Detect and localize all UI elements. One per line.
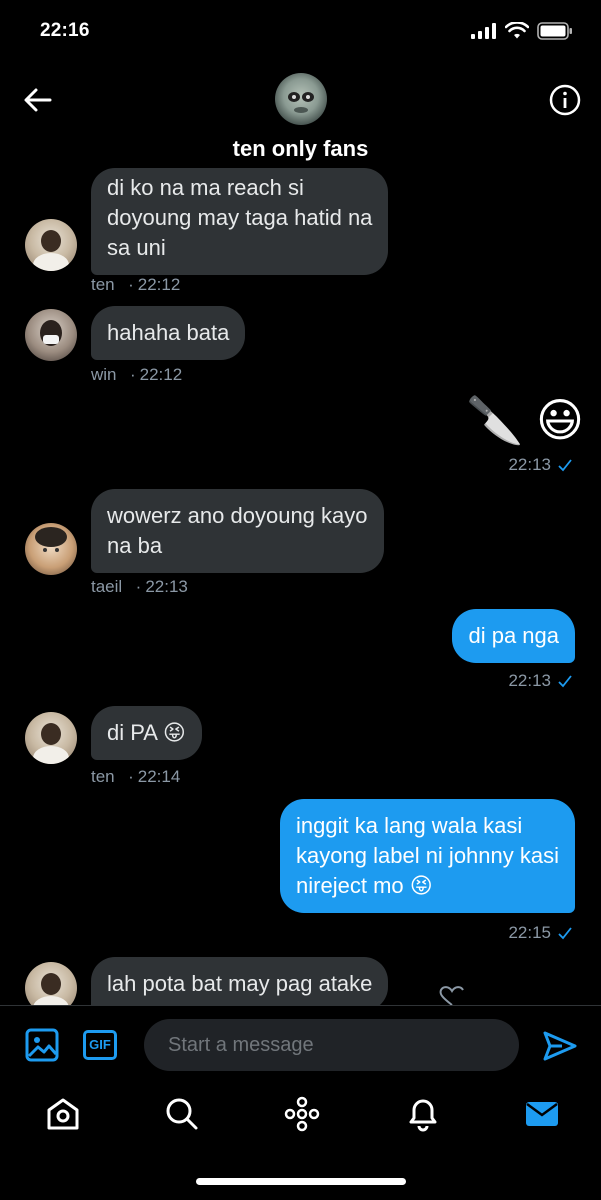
group-avatar[interactable]	[275, 73, 327, 125]
message-time: 22:13	[508, 455, 551, 474]
gif-button[interactable]: GIF	[83, 1030, 117, 1060]
signal-icon	[471, 23, 496, 39]
message-bubble-incoming[interactable]: wowerz ano doyoung kayo na ba	[91, 489, 384, 573]
message-meta-outgoing: 22:13	[508, 671, 573, 691]
message-meta-outgoing: 22:15	[508, 923, 573, 943]
composer-divider	[0, 1005, 601, 1006]
avatar-taeil[interactable]	[25, 523, 77, 575]
react-heart-icon[interactable]	[437, 985, 467, 1007]
message-time: 22:12	[137, 275, 181, 294]
avatar-ten[interactable]	[25, 219, 77, 271]
home-icon[interactable]	[43, 1094, 83, 1134]
message-meta-outgoing: 22:13	[508, 455, 573, 475]
message-bubble-incoming[interactable]: lah pota bat may pag atake	[91, 957, 389, 1011]
avatar-win[interactable]	[25, 309, 77, 361]
message-line: doyoung may taga hatid na	[107, 205, 373, 230]
sender-name: ten	[91, 275, 115, 294]
sender-name: ten	[91, 767, 115, 786]
message-line: na ba	[107, 533, 163, 558]
battery-icon	[537, 22, 572, 40]
message-time: 22:13	[145, 577, 188, 596]
message-line: lah pota bat may pag atake	[107, 971, 373, 996]
home-indicator[interactable]	[196, 1178, 406, 1185]
message-line: hahaha bata	[107, 320, 230, 345]
message-line: sa uni	[107, 235, 166, 260]
search-icon[interactable]	[162, 1094, 202, 1134]
sent-check-icon	[558, 675, 572, 688]
conversation-title: ten only fans	[232, 136, 369, 161]
message-line: di pa nga	[468, 623, 559, 648]
message-line: nireject mo 😝	[296, 873, 433, 898]
spaces-icon[interactable]	[282, 1094, 322, 1134]
message-line: inggit ka lang wala kasi	[296, 813, 523, 838]
status-time: 22:16	[40, 20, 90, 41]
group-avatar-image	[288, 92, 314, 113]
sent-check-icon	[558, 927, 572, 940]
sent-check-icon	[558, 459, 572, 472]
send-icon[interactable]	[542, 1030, 578, 1062]
message-bubble-outgoing[interactable]: di pa nga	[452, 609, 575, 663]
wifi-icon	[505, 22, 529, 39]
messages-icon[interactable]	[522, 1094, 562, 1134]
notifications-icon[interactable]	[403, 1094, 443, 1134]
message-meta: ten · 22:12	[91, 275, 181, 294]
message-bubble-incoming[interactable]: hahaha bata	[91, 306, 246, 360]
avatar-ten[interactable]	[25, 712, 77, 764]
message-input[interactable]: Start a message	[144, 1019, 519, 1071]
message-time: 22:12	[139, 365, 183, 384]
message-meta: win · 22:12	[91, 365, 183, 384]
message-meta: ten · 22:14	[91, 767, 181, 786]
message-bubble-outgoing[interactable]: inggit ka lang wala kasi kayong label ni…	[280, 799, 575, 913]
message-bubble-incoming[interactable]: di PA 😝	[91, 706, 202, 760]
message-meta: taeil · 22:13	[91, 577, 188, 596]
info-icon[interactable]	[549, 84, 581, 116]
sender-name: taeil	[91, 577, 123, 596]
sender-name: win	[91, 365, 117, 384]
message-line: di PA 😝	[107, 720, 186, 745]
message-bubble-incoming[interactable]: di ko na ma reach si doyoung may taga ha…	[91, 168, 389, 275]
message-line: wowerz ano doyoung kayo	[107, 503, 368, 528]
message-time: 22:14	[137, 767, 181, 786]
back-arrow-icon[interactable]	[22, 84, 54, 116]
message-line: kayong label ni johnny kasi	[296, 843, 559, 868]
message-line: di ko na ma reach si	[107, 175, 304, 200]
image-upload-icon[interactable]	[25, 1028, 59, 1062]
message-time: 22:13	[508, 671, 551, 690]
message-time: 22:15	[508, 923, 551, 942]
status-icons	[471, 22, 573, 40]
emoji-message-outgoing[interactable]: 🔪 😃	[466, 392, 584, 448]
